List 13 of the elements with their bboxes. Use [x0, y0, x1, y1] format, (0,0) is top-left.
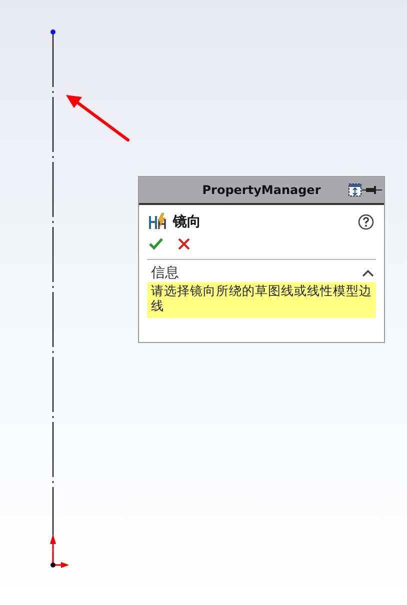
collapse-icon [362, 269, 374, 277]
arrow [66, 95, 130, 142]
origin-axes-icon [50, 534, 69, 568]
mirror-icon [149, 213, 167, 231]
feature-title: 镜向 [173, 213, 202, 231]
endpoint [50, 30, 56, 34]
ok-button[interactable] [149, 237, 163, 251]
help-icon[interactable] [358, 214, 374, 230]
pin-icon[interactable] [348, 183, 382, 197]
panel-title: PropertyManager [201, 183, 322, 197]
info-message: 请选择镜向所绕的草图线或线性模型边线 [147, 282, 376, 318]
section-header[interactable]: 信息 [139, 260, 384, 282]
cancel-button[interactable] [177, 237, 191, 251]
